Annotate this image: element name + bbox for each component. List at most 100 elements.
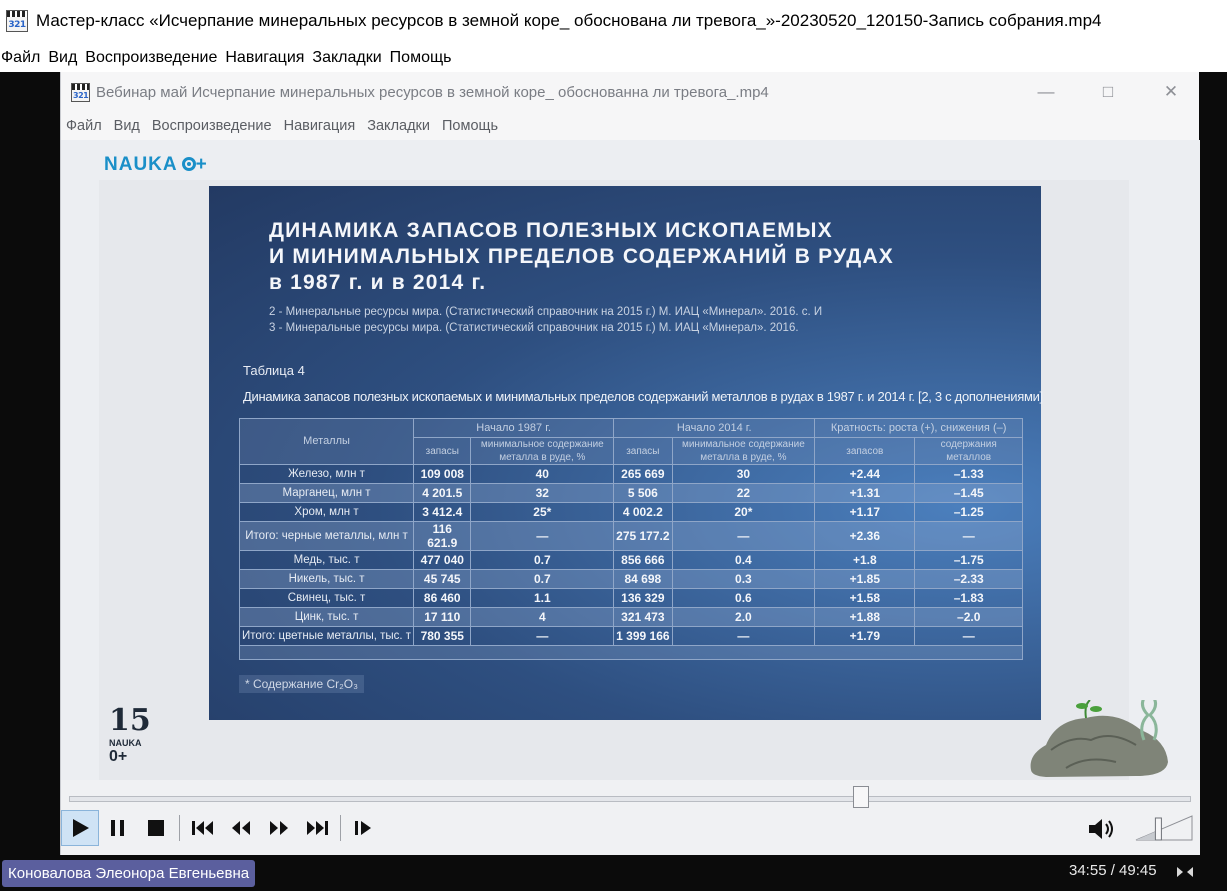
table-cell: — (914, 521, 1023, 551)
previous-button[interactable] (184, 810, 222, 846)
table-cell: 5 506 (613, 483, 673, 503)
skip-forward-icon (307, 821, 328, 835)
table-cell: 4 201.5 (413, 483, 472, 503)
rewind-button[interactable] (222, 810, 260, 846)
outer-menu-navigation[interactable]: Навигация (224, 49, 311, 67)
outer-menu-file[interactable]: Файл (0, 49, 47, 67)
frame-step-icon (355, 821, 371, 835)
play-button[interactable] (61, 810, 99, 846)
inner-menu-view: Вид (113, 118, 140, 134)
table-cell: –1.45 (914, 483, 1023, 503)
video-stage: 321 Вебинар май Исчерпание минеральных р… (0, 72, 1227, 891)
col-header-1987: Начало 1987 г. (413, 418, 615, 438)
mute-button[interactable] (1083, 814, 1123, 844)
presentation-slide: ДИНАМИКА ЗАПАСОВ ПОЛЕЗНЫХ ИСКОПАЕМЫХ И М… (209, 186, 1043, 720)
inner-window-title: Вебинар май Исчерпание минеральных ресур… (96, 83, 769, 101)
maximize-icon: □ (1102, 82, 1114, 101)
inner-menu-file: Файл (66, 118, 102, 134)
table-cell: 22 (671, 483, 816, 503)
table-cell: 275 177.2 (613, 521, 673, 551)
volume-thumb[interactable] (1154, 817, 1162, 841)
close-icon: ✕ (1163, 82, 1179, 101)
seek-thumb[interactable] (853, 786, 870, 808)
frame-step-button[interactable] (345, 810, 383, 846)
table-cell: –1.33 (914, 464, 1023, 484)
stop-button[interactable] (137, 810, 175, 846)
table-cell: 109 008 (413, 464, 472, 484)
toolbar-separator (179, 815, 180, 841)
col-header-reserves-2014: запасы (613, 437, 673, 465)
seek-bar[interactable] (69, 796, 1191, 802)
media-player-clapperboard-icon: 321 (71, 82, 90, 102)
anniversary-logo: 15 NAUKA 0+ (109, 706, 151, 766)
slide-reference: 2 - Минеральные ресурсы мира. (Статистич… (269, 306, 823, 318)
volume-slider[interactable] (1134, 814, 1194, 842)
col-header-reserves-1987: запасы (413, 437, 472, 465)
table-cell: –2.33 (914, 569, 1023, 589)
slide-title-line3: в 1987 г. и в 2014 г. (269, 271, 487, 294)
app-icon-text: 321 (8, 20, 26, 30)
table-cell: +1.88 (814, 607, 916, 627)
table-cell: 3 412.4 (413, 502, 472, 522)
table-cell-name: Медь, тыс. т (238, 550, 415, 570)
shared-player-window: 321 Вебинар май Исчерпание минеральных р… (60, 72, 1200, 855)
table-body: Железо, млн т 109 008 40 265 669 30 +2.4… (238, 464, 1023, 660)
playback-timecode: 34:55 / 49:45 (1069, 862, 1157, 879)
play-icon (73, 819, 89, 837)
table-cell: 321 473 (613, 607, 673, 627)
inner-menu-help: Помощь (442, 118, 499, 134)
table-cell: +1.85 (814, 569, 916, 589)
collapse-icon[interactable] (1175, 864, 1195, 880)
anniversary-label: NAUKA (109, 738, 142, 748)
rewind-icon (232, 821, 250, 835)
table-cell: 136 329 (613, 588, 673, 608)
table-cell: 0.4 (671, 550, 816, 570)
table-spacer-cell (239, 645, 1023, 660)
forward-button[interactable] (260, 810, 298, 846)
table-cell: +1.17 (814, 502, 916, 522)
inner-menu-navigation: Навигация (283, 118, 356, 134)
table-row: Никель, тыс. т 45 745 0.7 84 698 0.3 +1.… (238, 569, 1023, 589)
table-cell: –1.25 (914, 502, 1023, 522)
table-cell: 0.7 (470, 550, 615, 570)
table-cell: +1.79 (814, 626, 916, 646)
outer-menu-playback[interactable]: Воспроизведение (84, 49, 224, 67)
inner-app-icon-text: 321 (73, 90, 89, 100)
minimize-icon: — (1037, 82, 1055, 101)
presenter-name-badge: Коновалова Элеонора Евгеньевна (2, 860, 256, 887)
table-cell: 40 (470, 464, 615, 484)
table-cell: +2.36 (814, 521, 916, 551)
table-cell: 30 (671, 464, 816, 484)
anniversary-number: 15 (109, 703, 151, 738)
table-row: Железо, млн т 109 008 40 265 669 30 +2.4… (238, 464, 1023, 484)
nauka-logo-text: NAUKA (104, 154, 178, 175)
inner-menu-bookmarks: Закладки (367, 118, 430, 134)
table-cell: –1.83 (914, 588, 1023, 608)
table-row: Итого: цветные металлы, тыс. т 780 355 —… (238, 626, 1023, 646)
table-cell-name: Свинец, тыс. т (238, 588, 415, 608)
nauka-logo: NAUKA + (104, 154, 208, 176)
table-cell-name: Цинк, тыс. т (238, 607, 415, 627)
table-cell-name: Хром, млн т (238, 502, 415, 522)
inner-menu-bar: Файл Вид Воспроизведение Навигация Закла… (61, 112, 1199, 140)
outer-menu-bookmarks[interactable]: Закладки (311, 49, 388, 67)
table-row: Цинк, тыс. т 17 110 4 321 473 2.0 +1.88 … (238, 607, 1023, 627)
outer-menu-view[interactable]: Вид (47, 49, 84, 67)
table-cell: 265 669 (613, 464, 673, 484)
fast-forward-icon (270, 821, 288, 835)
table-cell: 780 355 (413, 626, 472, 646)
reserves-table: Металлы Начало 1987 г. Начало 2014 г. Кр… (238, 418, 1023, 660)
table-cell: 477 040 (413, 550, 472, 570)
slide-title-line1: ДИНАМИКА ЗАПАСОВ ПОЛЕЗНЫХ ИСКОПАЕМЫХ (269, 219, 833, 242)
anniversary-mark: 0+ (109, 748, 128, 765)
outer-menu-help[interactable]: Помощь (389, 49, 459, 67)
table-cell: 17 110 (413, 607, 472, 627)
table-row: Хром, млн т 3 412.4 25* 4 002.2 20* +1.1… (238, 502, 1023, 522)
table-cell: 20* (671, 502, 816, 522)
next-button[interactable] (298, 810, 336, 846)
pause-button[interactable] (99, 810, 137, 846)
table-cell: 856 666 (613, 550, 673, 570)
table-cell: — (470, 521, 615, 551)
table-cell: 84 698 (613, 569, 673, 589)
table-cell: — (470, 626, 615, 646)
